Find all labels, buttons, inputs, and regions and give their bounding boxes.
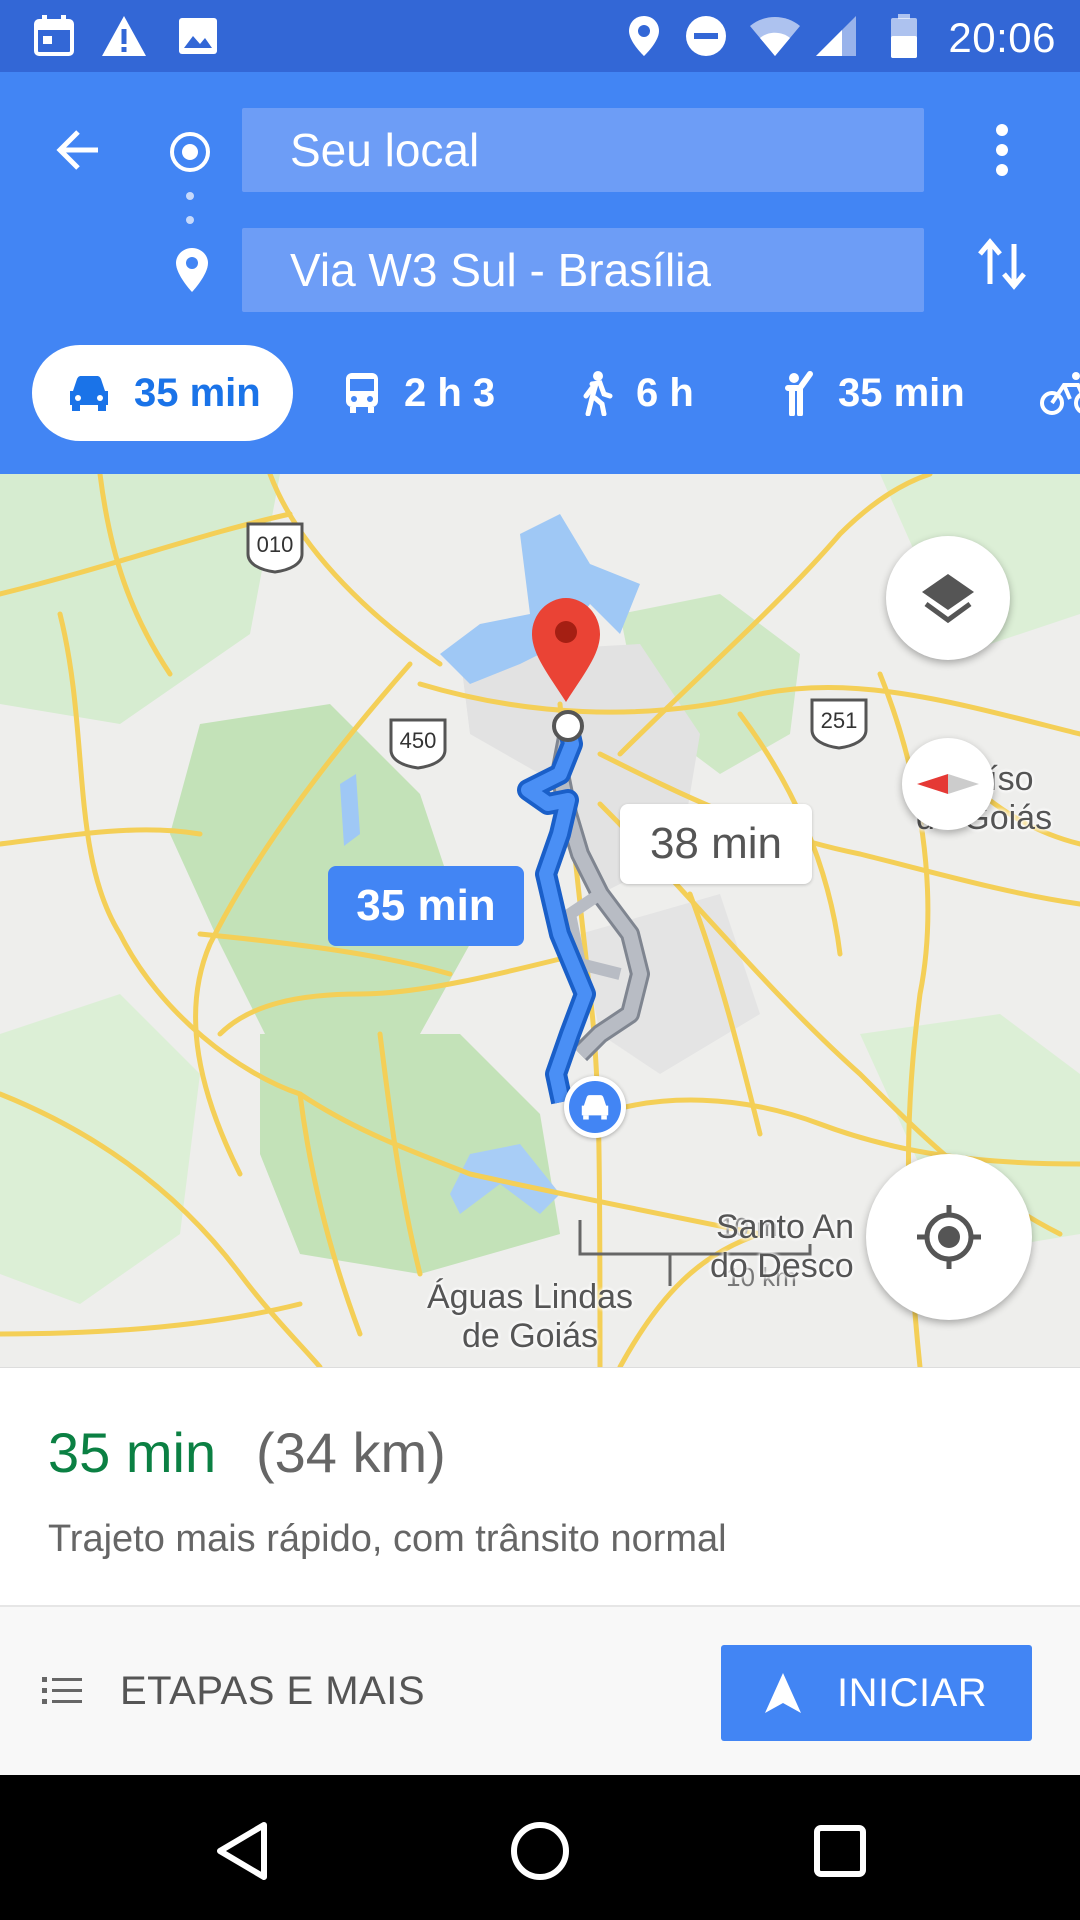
highway-shield-450: 450 [389, 718, 447, 770]
tab-walking[interactable]: 6 h [580, 345, 694, 441]
ride-hail-icon [785, 371, 813, 416]
nav-home-button[interactable] [500, 1811, 580, 1891]
steps-and-more-button[interactable]: ETAPAS E MAIS [40, 1647, 460, 1735]
park-area-west [0, 994, 200, 1304]
map-view[interactable]: 010 450 251 10 mi 10 km 35 min 38 min Ág… [0, 474, 1080, 1367]
park-area [0, 474, 280, 724]
navigation-arrow-icon [765, 1673, 801, 1713]
directions-header: Seu local Via W3 Sul - Brasília 35 min 2… [0, 72, 1080, 474]
route-distance: (34 km) [256, 1421, 446, 1484]
current-location-marker [564, 1076, 626, 1138]
shield-label-251: 251 [821, 708, 858, 733]
action-bar: ETAPAS E MAIS INICIAR [0, 1605, 1080, 1775]
tab-transit-label: 2 h 3 [404, 370, 496, 415]
nav-recents-button[interactable] [800, 1811, 880, 1891]
my-location-icon [917, 1205, 981, 1269]
more-options-button[interactable] [966, 114, 1038, 186]
car-icon [70, 376, 108, 411]
compass-icon [917, 774, 979, 794]
start-navigation-button[interactable]: INICIAR [721, 1645, 1032, 1741]
list-icon [42, 1677, 82, 1704]
highway-shield-251: 251 [810, 698, 868, 750]
back-arrow-icon [56, 130, 98, 170]
compass-button[interactable] [902, 738, 994, 830]
layers-button[interactable] [886, 536, 1010, 660]
shield-label-450: 450 [400, 728, 437, 753]
nav-back-button[interactable] [202, 1811, 282, 1891]
alternate-route-time-badge[interactable]: 38 min [620, 804, 812, 884]
highway-shield-010: 010 [246, 522, 304, 574]
image-icon [174, 12, 222, 60]
route-duration: 35 min [48, 1421, 217, 1484]
nav-recents-icon [814, 1825, 866, 1877]
warning-icon [100, 12, 148, 60]
origin-icon [168, 130, 212, 174]
car-icon [581, 1095, 609, 1120]
nav-back-icon [217, 1822, 267, 1880]
place-aguas-lindas: Águas Lindas de Goiás [426, 1278, 634, 1355]
battery-icon [884, 12, 932, 60]
tab-driving[interactable]: 35 min [32, 345, 293, 441]
wifi-icon [748, 12, 800, 60]
location-icon [620, 12, 668, 60]
calendar-icon [30, 12, 78, 60]
tab-walking-label: 6 h [636, 370, 694, 415]
bike-icon [1040, 372, 1080, 415]
destination-pin-icon [172, 246, 212, 294]
destination-field[interactable]: Via W3 Sul - Brasília [242, 228, 924, 312]
shield-label-010: 010 [257, 532, 294, 557]
origin-field[interactable]: Seu local [242, 108, 924, 192]
start-navigation-label: INICIAR [837, 1670, 988, 1715]
steps-and-more-label: ETAPAS E MAIS [120, 1668, 426, 1713]
tab-transit[interactable]: 2 h 3 [342, 345, 495, 441]
walk-icon [583, 371, 613, 416]
transit-icon [346, 373, 378, 413]
urban-area-2 [580, 894, 760, 1074]
tab-driving-label: 35 min [134, 370, 261, 415]
swap-button[interactable] [966, 228, 1038, 300]
swap-vert-icon [978, 238, 1026, 290]
my-location-button[interactable] [866, 1154, 1032, 1320]
layers-icon [922, 574, 974, 624]
nav-home-icon [511, 1822, 569, 1880]
status-bar: 20:06 [0, 0, 1080, 72]
tab-ride-hail[interactable]: 35 min [778, 345, 965, 441]
do-not-disturb-icon [682, 12, 730, 60]
signal-icon [812, 12, 860, 60]
system-nav-bar [0, 1775, 1080, 1920]
more-vert-icon [996, 124, 1008, 176]
clock: 20:06 [948, 14, 1056, 61]
back-button[interactable] [42, 114, 114, 186]
primary-route-time-badge[interactable]: 35 min [328, 866, 524, 946]
tab-cycling[interactable] [1040, 345, 1080, 441]
route-summary[interactable]: 35 min (34 km) Trajeto mais rápido, com … [0, 1367, 1080, 1605]
tab-ride-hail-label: 35 min [838, 370, 965, 415]
route-dots [186, 190, 194, 230]
app-root: 20:06 Seu local Via W3 Sul - Brasília 35… [0, 0, 1080, 1920]
route-description: Trajeto mais rápido, com trânsito normal [48, 1518, 727, 1560]
